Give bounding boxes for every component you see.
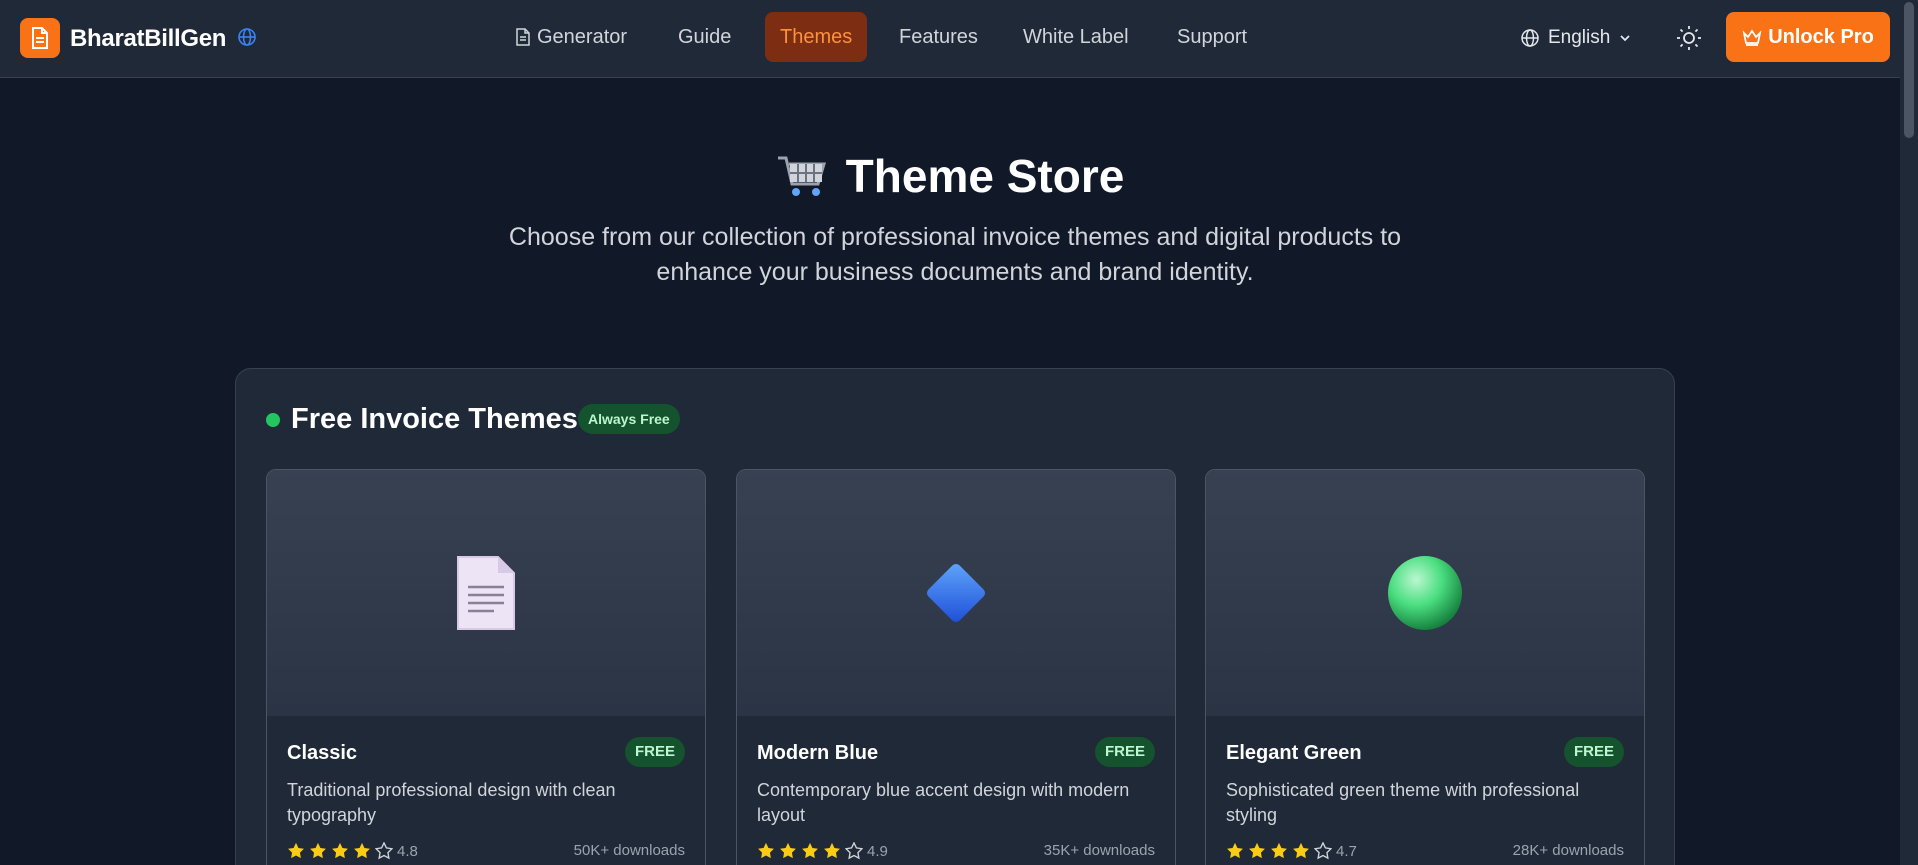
download-count: 35K+ downloads	[1043, 842, 1155, 859]
star-icon	[1271, 842, 1287, 859]
rating: 4.8	[287, 842, 418, 860]
nav-features[interactable]: Features	[884, 12, 993, 62]
star-icon	[824, 842, 840, 859]
free-badge: FREE	[1094, 737, 1155, 767]
unlock-pro-label: Unlock Pro	[1768, 25, 1874, 48]
nav-themes[interactable]: Themes	[765, 12, 868, 62]
star-outline-icon	[1314, 842, 1332, 860]
green-circle-icon	[1388, 556, 1462, 630]
card-description: Contemporary blue accent design with mod…	[757, 780, 1130, 825]
card-preview	[267, 470, 705, 716]
star-icon	[1293, 842, 1309, 859]
free-badge: FREE	[1563, 737, 1624, 767]
star-icon	[332, 842, 348, 859]
star-outline-icon	[375, 842, 393, 860]
star-icon	[1249, 842, 1265, 859]
page-title: Theme Store	[845, 150, 1125, 202]
star-icon	[310, 842, 326, 859]
globe-icon	[1521, 29, 1539, 47]
theme-card-classic[interactable]: Classic FREE Traditional professional de…	[266, 469, 706, 865]
star-outline-icon	[845, 842, 863, 860]
theme-card-elegant-green[interactable]: Elegant Green FREE Sophisticated green t…	[1205, 469, 1645, 865]
card-description: Traditional professional design with cle…	[287, 780, 616, 825]
section-badge: Always Free	[578, 404, 680, 434]
globe-icon	[238, 28, 256, 46]
status-dot	[266, 413, 280, 427]
logo-icon[interactable]	[20, 18, 60, 58]
download-count: 28K+ downloads	[1512, 842, 1624, 859]
rating-value: 4.7	[1336, 842, 1357, 860]
rating-value: 4.8	[397, 842, 418, 860]
free-badge: FREE	[624, 737, 685, 767]
sun-icon[interactable]	[1675, 24, 1703, 52]
scrollbar-thumb[interactable]	[1904, 2, 1914, 138]
card-title: Classic	[287, 742, 358, 764]
nav-support[interactable]: Support	[1162, 12, 1262, 62]
chevron-down-icon	[1620, 35, 1630, 42]
star-icon	[354, 842, 370, 859]
top-navbar: BharatBillGen Generator Guide Themes Fea…	[0, 0, 1900, 78]
shopping-cart-icon	[777, 156, 826, 196]
document-icon	[516, 28, 530, 46]
card-title: Modern Blue	[757, 742, 879, 764]
star-icon	[780, 842, 796, 859]
nav-white-label[interactable]: White Label	[1008, 12, 1144, 62]
document-icon	[457, 556, 515, 630]
section-title: Free Invoice Themes	[291, 403, 578, 435]
rating: 4.7	[1226, 842, 1357, 860]
nav-guide[interactable]: Guide	[663, 12, 746, 62]
card-title: Elegant Green	[1226, 742, 1362, 764]
card-preview	[1206, 470, 1644, 716]
language-label: English	[1548, 27, 1611, 48]
nav-generator-label: Generator	[537, 26, 628, 48]
page-subtitle: Choose from our collection of profession…	[508, 223, 1402, 286]
card-description: Sophisticated green theme with professio…	[1226, 780, 1580, 825]
crown-icon	[1742, 29, 1762, 46]
star-icon	[758, 842, 774, 859]
rating-value: 4.9	[867, 842, 888, 860]
theme-card-modern-blue[interactable]: Modern Blue FREE Contemporary blue accen…	[736, 469, 1176, 865]
star-icon	[802, 842, 818, 859]
card-preview	[737, 470, 1175, 716]
nav-generator[interactable]: Generator	[500, 12, 642, 62]
hero-heading: Theme Store	[0, 148, 1900, 204]
star-icon	[1227, 842, 1243, 859]
rating: 4.9	[757, 842, 888, 860]
download-count: 50K+ downloads	[573, 842, 685, 859]
blue-diamond-icon	[926, 563, 986, 623]
star-icon	[288, 842, 304, 859]
brand-name[interactable]: BharatBillGen	[70, 25, 226, 53]
language-selector[interactable]: English	[1520, 22, 1632, 54]
unlock-pro-button[interactable]: Unlock Pro	[1726, 12, 1890, 62]
